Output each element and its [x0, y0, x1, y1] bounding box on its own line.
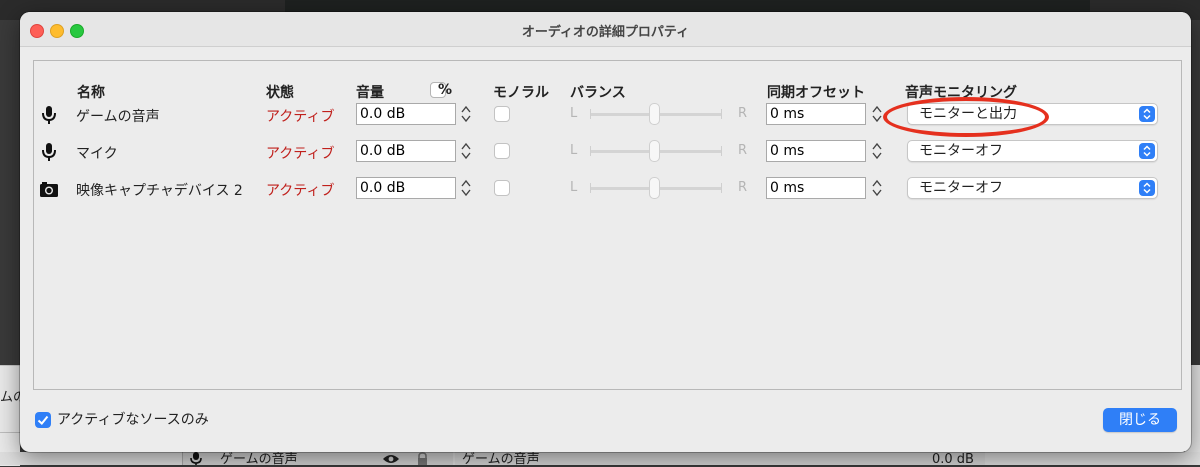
mono-checkbox[interactable]	[494, 106, 510, 122]
volume-stepper[interactable]	[459, 102, 473, 126]
camera-icon	[40, 182, 58, 197]
header-status: 状態	[266, 85, 294, 101]
sync-offset-stepper[interactable]	[870, 102, 884, 126]
background-microphone-icon	[190, 452, 202, 465]
background-left-panel	[0, 365, 20, 466]
volume-input[interactable]: 0.0 dB	[356, 103, 456, 125]
balance-slider-knob[interactable]	[649, 103, 660, 125]
sync-offset-stepper[interactable]	[870, 176, 884, 200]
sync-offset-input[interactable]: 0 ms	[766, 177, 866, 199]
source-status: アクティブ	[266, 109, 335, 125]
balance-right-label: R	[738, 180, 748, 195]
balance-right-label: R	[738, 106, 748, 121]
volume-stepper[interactable]	[459, 139, 473, 163]
sync-offset-input[interactable]: 0 ms	[766, 103, 866, 125]
source-status: アクティブ	[266, 146, 335, 162]
monitoring-value: モニターオフ	[919, 143, 1003, 159]
balance-slider-knob[interactable]	[649, 140, 660, 162]
source-row: マイク アクティブ 0.0 dB L R 0 ms モニターオフ	[34, 138, 1181, 166]
dialog-title: オーディオの詳細プロパティ	[521, 25, 690, 40]
highlight-annotation-ellipse	[883, 97, 1049, 137]
volume-input[interactable]: 0.0 dB	[356, 140, 456, 162]
header-volume: 音量	[356, 85, 384, 101]
monitoring-value: モニターオフ	[919, 180, 1003, 196]
balance-tick	[721, 183, 722, 193]
balance-slider-knob[interactable]	[649, 177, 660, 199]
source-name: マイク	[76, 146, 118, 162]
source-name: ゲームの音声	[76, 109, 160, 125]
audio-properties-dialog: オーディオの詳細プロパティ 名称 状態 音量 % モノラル バランス 同期オフセ…	[20, 12, 1191, 452]
visibility-eye-icon[interactable]	[382, 453, 400, 465]
header-balance: バランス	[570, 85, 626, 101]
balance-left-label: L	[570, 180, 578, 195]
sync-offset-input[interactable]: 0 ms	[766, 140, 866, 162]
active-only-label: アクティブなソースのみ	[57, 412, 209, 428]
source-row: 映像キャプチャデバイス 2 アクティブ 0.0 dB L R 0 ms モニター…	[34, 175, 1181, 203]
microphone-icon	[42, 143, 56, 161]
mono-checkbox[interactable]	[494, 180, 510, 196]
chevron-up-down-icon	[1139, 106, 1155, 122]
header-percent: %	[438, 82, 453, 98]
monitoring-select[interactable]: モニターオフ	[907, 177, 1158, 199]
header-name: 名称	[77, 85, 105, 101]
volume-stepper[interactable]	[459, 176, 473, 200]
balance-tick	[590, 183, 591, 193]
microphone-icon	[42, 106, 56, 124]
sync-offset-stepper[interactable]	[870, 139, 884, 163]
lock-icon[interactable]	[416, 452, 429, 465]
background-divider	[0, 432, 20, 433]
balance-tick	[721, 109, 722, 119]
close-button[interactable]: 閉じる	[1103, 408, 1177, 432]
sources-panel: 名称 状態 音量 % モノラル バランス 同期オフセット 音声モニタリング ゲー…	[33, 60, 1182, 390]
balance-tick	[590, 146, 591, 156]
monitoring-select[interactable]: モニターオフ	[907, 140, 1158, 162]
header-mono: モノラル	[493, 85, 549, 101]
balance-tick	[721, 146, 722, 156]
balance-tick	[590, 109, 591, 119]
mono-checkbox[interactable]	[494, 143, 510, 159]
chevron-up-down-icon	[1139, 143, 1155, 159]
title-bar[interactable]: オーディオの詳細プロパティ	[20, 12, 1191, 47]
active-only-checkbox[interactable]	[35, 412, 51, 428]
balance-left-label: L	[570, 143, 578, 158]
chevron-up-down-icon	[1139, 180, 1155, 196]
source-status: アクティブ	[266, 183, 335, 199]
balance-left-label: L	[570, 106, 578, 121]
header-sync-offset: 同期オフセット	[767, 85, 865, 101]
source-name: 映像キャプチャデバイス 2	[76, 183, 243, 199]
balance-right-label: R	[738, 143, 748, 158]
volume-input[interactable]: 0.0 dB	[356, 177, 456, 199]
